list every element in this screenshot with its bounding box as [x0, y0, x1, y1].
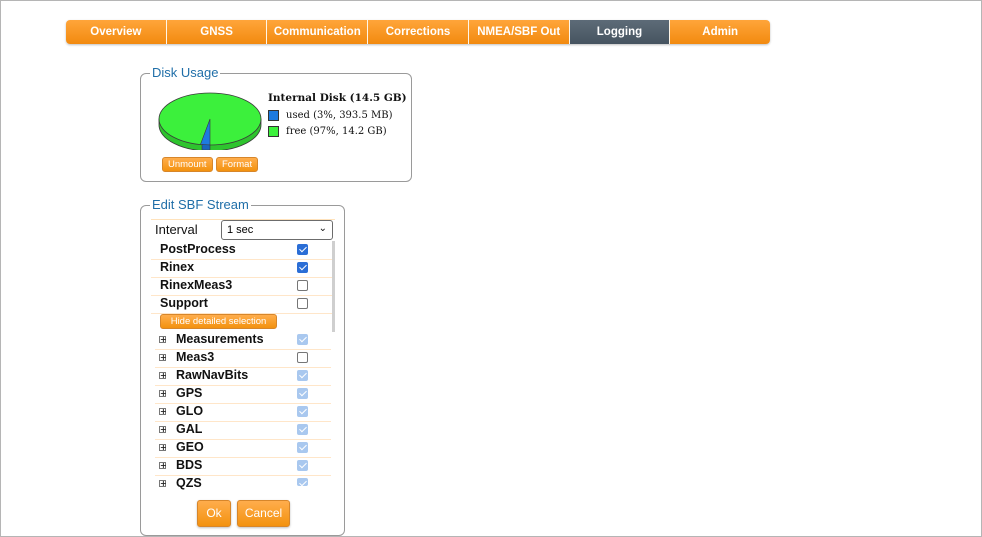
disk-usage-panel: Disk Usage Internal Disk (14.5 GB) used … [140, 66, 412, 182]
detail-row-geo: GEO [155, 439, 331, 458]
disk-usage-legend: Disk Usage [150, 65, 221, 80]
geo-checkbox[interactable] [297, 442, 308, 453]
detail-label: BDS [176, 458, 203, 472]
chevron-down-icon: ⌄ [318, 223, 327, 234]
expand-icon[interactable] [159, 462, 166, 469]
measurements-checkbox[interactable] [297, 334, 308, 345]
gal-checkbox[interactable] [297, 424, 308, 435]
used-label: used (3%, 393.5 MB) [286, 110, 393, 121]
group-row-postprocess: PostProcess [151, 241, 332, 260]
support-checkbox[interactable] [297, 298, 308, 309]
group-row-rinex: Rinex [151, 259, 332, 278]
interval-label: Interval [155, 222, 198, 237]
detail-label: RawNavBits [176, 368, 249, 382]
detail-label: GLO [176, 404, 204, 418]
expand-icon[interactable] [159, 336, 166, 343]
group-row-support: Support [151, 295, 332, 314]
detail-row-gps: GPS [155, 385, 331, 404]
detail-label: GPS [176, 386, 203, 400]
detail-row-measurements: Measurements [155, 331, 331, 350]
format-button[interactable]: Format [216, 157, 259, 172]
detail-row-qzs: QZS [155, 475, 331, 493]
ok-button[interactable]: Ok [197, 500, 231, 527]
group-label: Support [160, 296, 208, 310]
detail-label: Meas3 [176, 350, 215, 364]
unmount-button[interactable]: Unmount [162, 157, 213, 172]
legend-used: used (3%, 393.5 MB) [268, 110, 393, 121]
pie-used-side [201, 144, 211, 150]
group-label: RinexMeas3 [160, 278, 233, 292]
detail-row-meas3: Meas3 [155, 349, 331, 368]
expand-icon[interactable] [159, 372, 166, 379]
cancel-button[interactable]: Cancel [237, 500, 290, 527]
rinexmeas3-checkbox[interactable] [297, 280, 308, 291]
detail-row-rawnavbits: RawNavBits [155, 367, 331, 386]
meas3-checkbox[interactable] [297, 352, 308, 363]
rinex-checkbox[interactable] [297, 262, 308, 273]
interval-value: 1 sec [227, 224, 254, 236]
tab-logging[interactable]: Logging [569, 20, 671, 44]
expand-icon[interactable] [159, 480, 166, 487]
tab-admin[interactable]: Admin [670, 20, 770, 44]
postprocess-checkbox[interactable] [297, 244, 308, 255]
interval-row: Interval 1 sec ⌄ [151, 219, 335, 242]
group-label: Rinex [160, 260, 195, 274]
bds-checkbox[interactable] [297, 460, 308, 471]
rawnavbits-checkbox[interactable] [297, 370, 308, 381]
tab-corrections[interactable]: Corrections [368, 20, 469, 44]
expand-icon[interactable] [159, 354, 166, 361]
detail-label: Measurements [176, 332, 264, 346]
detail-label: GAL [176, 422, 203, 436]
detail-row-bds: BDS [155, 457, 331, 476]
free-label: free (97%, 14.2 GB) [286, 126, 387, 137]
group-row-rinexmeas3: RinexMeas3 [151, 277, 332, 296]
detail-label: QZS [176, 476, 202, 490]
expand-icon[interactable] [159, 426, 166, 433]
expand-icon[interactable] [159, 408, 166, 415]
glo-checkbox[interactable] [297, 406, 308, 417]
interval-select[interactable]: 1 sec ⌄ [221, 220, 333, 240]
detail-row-glo: GLO [155, 403, 331, 422]
disk-pie-chart [158, 92, 262, 150]
legend-free: free (97%, 14.2 GB) [268, 126, 387, 137]
detail-row-gal: GAL [155, 421, 331, 440]
tab-communication[interactable]: Communication [267, 20, 369, 44]
used-swatch [268, 110, 279, 121]
gps-checkbox[interactable] [297, 388, 308, 399]
main-nav: Overview GNSS Communication Corrections … [66, 20, 770, 44]
tab-gnss[interactable]: GNSS [166, 20, 268, 44]
disk-title: Internal Disk (14.5 GB) [268, 92, 407, 104]
tab-overview[interactable]: Overview [66, 20, 167, 44]
tab-nmea-sbf-out[interactable]: NMEA/SBF Out [468, 20, 570, 44]
detail-label: GEO [176, 440, 204, 454]
free-swatch [268, 126, 279, 137]
hide-detailed-selection-button[interactable]: Hide detailed selection [160, 314, 277, 329]
expand-icon[interactable] [159, 390, 166, 397]
qzs-checkbox[interactable] [297, 478, 308, 486]
group-label: PostProcess [160, 242, 236, 256]
edit-sbf-stream-panel: Edit SBF Stream Interval 1 sec ⌄ PostPro… [140, 198, 345, 536]
expand-icon[interactable] [159, 444, 166, 451]
sbf-stream-legend: Edit SBF Stream [150, 197, 251, 212]
